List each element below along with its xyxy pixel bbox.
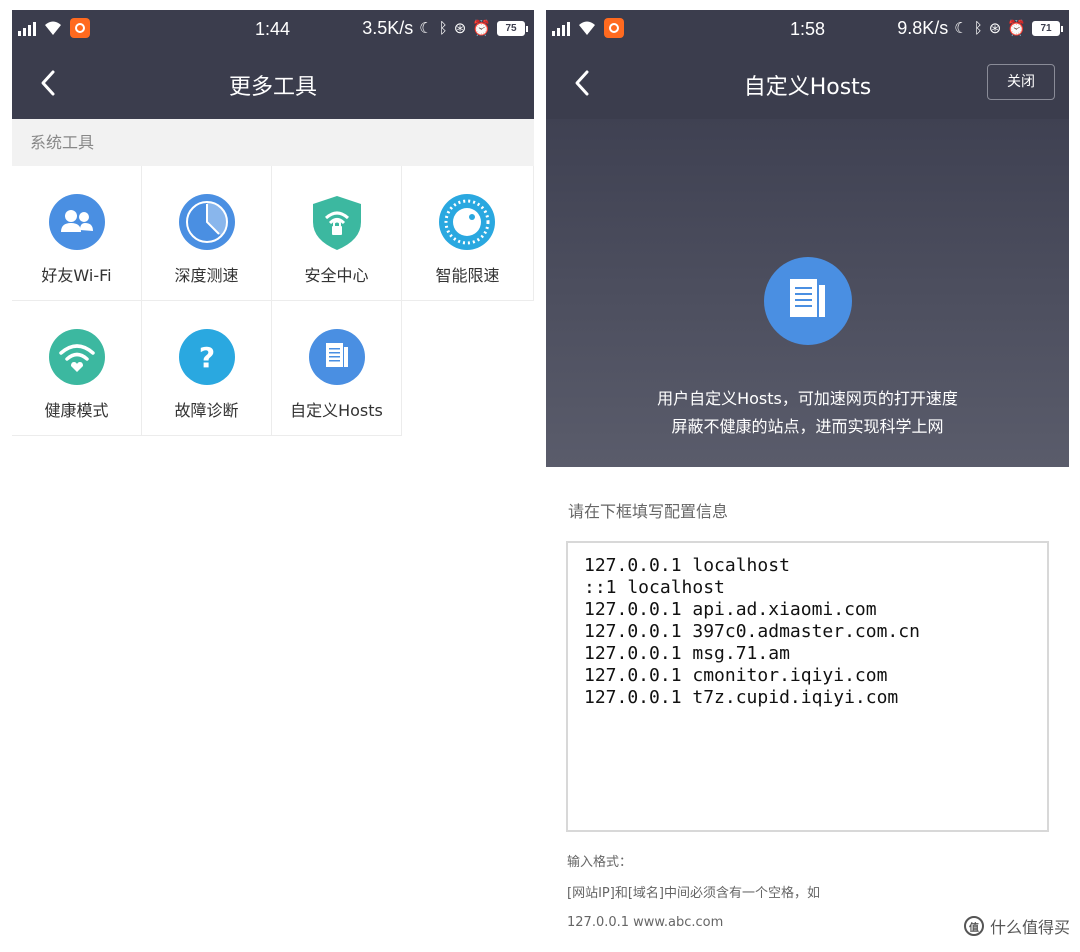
status-bar: 1:58 9.8K/s ☾ ᛒ ⊛ ⏰ 71: [546, 10, 1069, 47]
hosts-line: ::1 localhost: [584, 577, 725, 598]
format-title: 输入格式：: [567, 855, 633, 870]
battery-icon: 71: [1032, 21, 1063, 36]
page-title: 更多工具: [228, 75, 317, 100]
svg-text:?: ?: [199, 341, 215, 374]
tool-friends-wifi[interactable]: 好友Wi-Fi: [12, 166, 142, 301]
hosts-line: 127.0.0.1 t7z.cupid.iqiyi.com: [584, 687, 899, 708]
hosts-line: 127.0.0.1 api.ad.xiaomi.com: [584, 599, 877, 620]
tool-security-center[interactable]: 安全中心: [272, 166, 402, 301]
status-time: 1:58: [790, 19, 826, 39]
tool-label: 深度测速: [174, 266, 239, 285]
speed-dial-icon: [179, 194, 235, 250]
signal-icon: [552, 20, 570, 36]
tool-label: 安全中心: [304, 266, 369, 285]
alarm-icon: ⏰: [1007, 19, 1026, 37]
format-example: 127.0.0.1 www.abc.com: [567, 915, 724, 930]
tool-speed-test[interactable]: 深度测速: [142, 166, 272, 301]
title-bar: 自定义Hosts 关闭: [546, 47, 1069, 119]
tool-smart-speed-limit[interactable]: 智能限速: [402, 166, 534, 301]
tool-diagnosis[interactable]: ? 故障诊断: [142, 301, 272, 436]
custom-hosts-screen: 1:58 9.8K/s ☾ ᛒ ⊛ ⏰ 71 自定义Hosts 关闭 用户自定义…: [546, 10, 1069, 940]
moon-icon: ☾: [954, 19, 968, 37]
hosts-intro-banner: 用户自定义Hosts，可加速网页的打开速度 屏蔽不健康的站点，进而实现科学上网: [546, 119, 1069, 467]
battery-level: 75: [497, 21, 525, 36]
status-bar: 1:44 3.5K/s ☾ ᛒ ⊛ ⏰ 75: [12, 10, 534, 47]
rotation-lock-icon: ⊛: [988, 19, 1002, 37]
intro-text: 用户自定义Hosts，可加速网页的打开速度: [657, 389, 958, 408]
document-icon: [309, 329, 365, 385]
app-notification-icon: [70, 18, 90, 38]
question-icon: ?: [179, 329, 235, 385]
bluetooth-icon: ᛒ: [438, 19, 448, 37]
tool-label: 健康模式: [44, 401, 109, 420]
hosts-textarea[interactable]: 127.0.0.1 localhost ::1 localhost 127.0.…: [566, 541, 1049, 832]
signal-icon: [18, 20, 36, 36]
tool-label: 自定义Hosts: [290, 401, 383, 420]
moon-icon: ☾: [419, 19, 433, 37]
tool-label: 好友Wi-Fi: [41, 266, 112, 285]
format-rule: [网站IP]和[域名]中间必须含有一个空格，如: [567, 886, 820, 901]
rotation-lock-icon: ⊛: [453, 19, 467, 37]
network-speed: 9.8K/s: [897, 18, 949, 38]
intro-text: 屏蔽不健康的站点，进而实现科学上网: [671, 417, 944, 436]
tool-health-mode[interactable]: 健康模式: [12, 301, 142, 436]
tool-label: 智能限速: [435, 266, 500, 285]
friends-icon: [49, 194, 105, 250]
alarm-icon: ⏰: [472, 19, 491, 37]
bluetooth-icon: ᛒ: [973, 19, 983, 37]
close-button[interactable]: 关闭: [987, 64, 1055, 100]
battery-level: 71: [1032, 21, 1060, 36]
title-bar: 更多工具: [12, 47, 534, 119]
hosts-line: 127.0.0.1 397c0.admaster.com.cn: [584, 621, 920, 642]
speed-limit-icon: [439, 194, 495, 250]
more-tools-screen: 1:44 3.5K/s ☾ ᛒ ⊛ ⏰ 75 更多工具 系统工具 好友Wi-Fi…: [12, 10, 534, 940]
status-time: 1:44: [255, 19, 291, 39]
hosts-line: 127.0.0.1 msg.71.am: [584, 643, 790, 664]
app-notification-icon: [604, 18, 624, 38]
document-icon: [764, 257, 852, 345]
wifi-icon: [579, 21, 595, 35]
hosts-line: 127.0.0.1 localhost: [584, 555, 790, 576]
hosts-line: 127.0.0.1 cmonitor.iqiyi.com: [584, 665, 888, 686]
wifi-icon: [45, 21, 61, 35]
watermark: 值 什么值得买: [963, 914, 1070, 938]
network-speed: 3.5K/s: [362, 18, 414, 38]
shield-lock-icon: [313, 196, 361, 250]
tool-custom-hosts[interactable]: 自定义Hosts: [272, 301, 402, 436]
tool-label: 故障诊断: [174, 401, 239, 420]
battery-icon: 75: [497, 21, 528, 36]
wifi-heart-icon: [49, 329, 105, 385]
watermark-text: 什么值得买: [989, 918, 1070, 937]
section-header: 系统工具: [12, 119, 534, 166]
input-prompt: 请在下框填写配置信息: [568, 502, 729, 521]
watermark-logo-icon: 值: [963, 916, 984, 936]
